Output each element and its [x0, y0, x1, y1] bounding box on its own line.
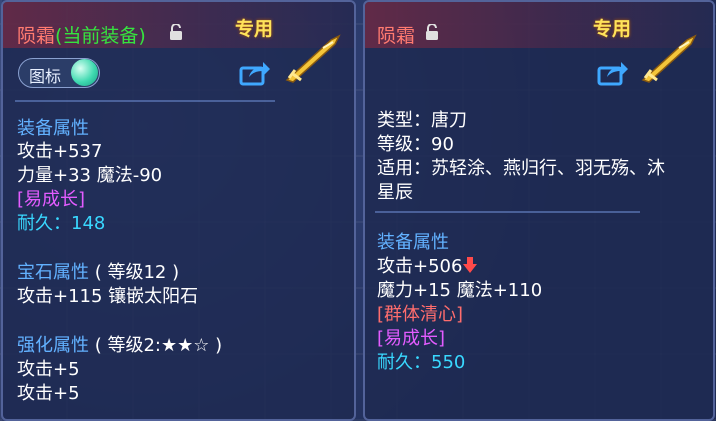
growth-tag: [易成长]	[377, 328, 446, 349]
enhance-attr-title: 强化属性	[17, 335, 89, 356]
special-effect: [群体清心]	[377, 304, 464, 325]
arrow-down-icon	[463, 257, 478, 273]
durability: 耐久：148	[17, 213, 106, 234]
gem-attr-header: 宝石属性 ( 等级12 )	[17, 258, 179, 284]
item-level: 等级：90	[377, 134, 454, 155]
equipped-tag: (当前装备)	[55, 25, 146, 47]
item-name: 陨霜(当前装备)	[17, 25, 146, 47]
enhance-attr-line: 攻击+5	[17, 359, 80, 380]
exclusive-label: 专用	[593, 18, 632, 40]
divider	[15, 100, 275, 102]
item-type: 类型：唐刀	[377, 110, 467, 131]
toggle-knob[interactable]	[71, 59, 98, 86]
share-icon[interactable]	[597, 60, 629, 86]
icon-toggle[interactable]: 图标	[18, 58, 100, 88]
weapon-icon	[285, 34, 341, 83]
weapon-icon	[641, 34, 697, 83]
toggle-label: 图标	[29, 67, 62, 86]
attr-line: 魔力+15 魔法+110	[377, 280, 543, 301]
attr-line: 攻击+537	[17, 141, 103, 162]
attack-value: 攻击+506	[377, 256, 463, 277]
attr-line: 力量+33 魔法-90	[17, 165, 163, 186]
gem-attr-line: 攻击+115 镶嵌太阳石	[17, 286, 199, 307]
applicable-characters-cont: 星辰	[377, 182, 413, 203]
equip-attr-title: 装备属性	[377, 232, 449, 253]
growth-tag: [易成长]	[17, 189, 86, 210]
gem-attr-title: 宝石属性	[17, 262, 89, 283]
share-icon[interactable]	[239, 60, 271, 86]
attack-line: 攻击+506	[377, 252, 478, 278]
exclusive-label: 专用	[235, 18, 274, 40]
gem-level: ( 等级12 )	[94, 262, 180, 283]
enhance-attr-header: 强化属性 ( 等级2:★★☆ )	[17, 331, 222, 357]
item-name: 陨霜	[377, 25, 416, 47]
divider	[375, 211, 640, 213]
equipped-item-tooltip: 陨霜(当前装备) 专用 图标 装备属性 攻击+537 力量+33 魔法-90 […	[1, 0, 356, 421]
compare-item-tooltip: 陨霜 专用 类型：唐刀 等级：90 适用：苏轻涂、燕归行、羽无殇、沐 星辰 装备…	[363, 0, 715, 421]
unlock-icon[interactable]	[169, 24, 183, 40]
unlock-icon[interactable]	[425, 24, 439, 40]
enhance-level: ( 等级2:★★☆ )	[94, 335, 223, 356]
enhance-attr-line: 攻击+5	[17, 383, 80, 404]
applicable-characters: 适用：苏轻涂、燕归行、羽无殇、沐	[377, 158, 665, 179]
durability: 耐久：550	[377, 352, 466, 373]
